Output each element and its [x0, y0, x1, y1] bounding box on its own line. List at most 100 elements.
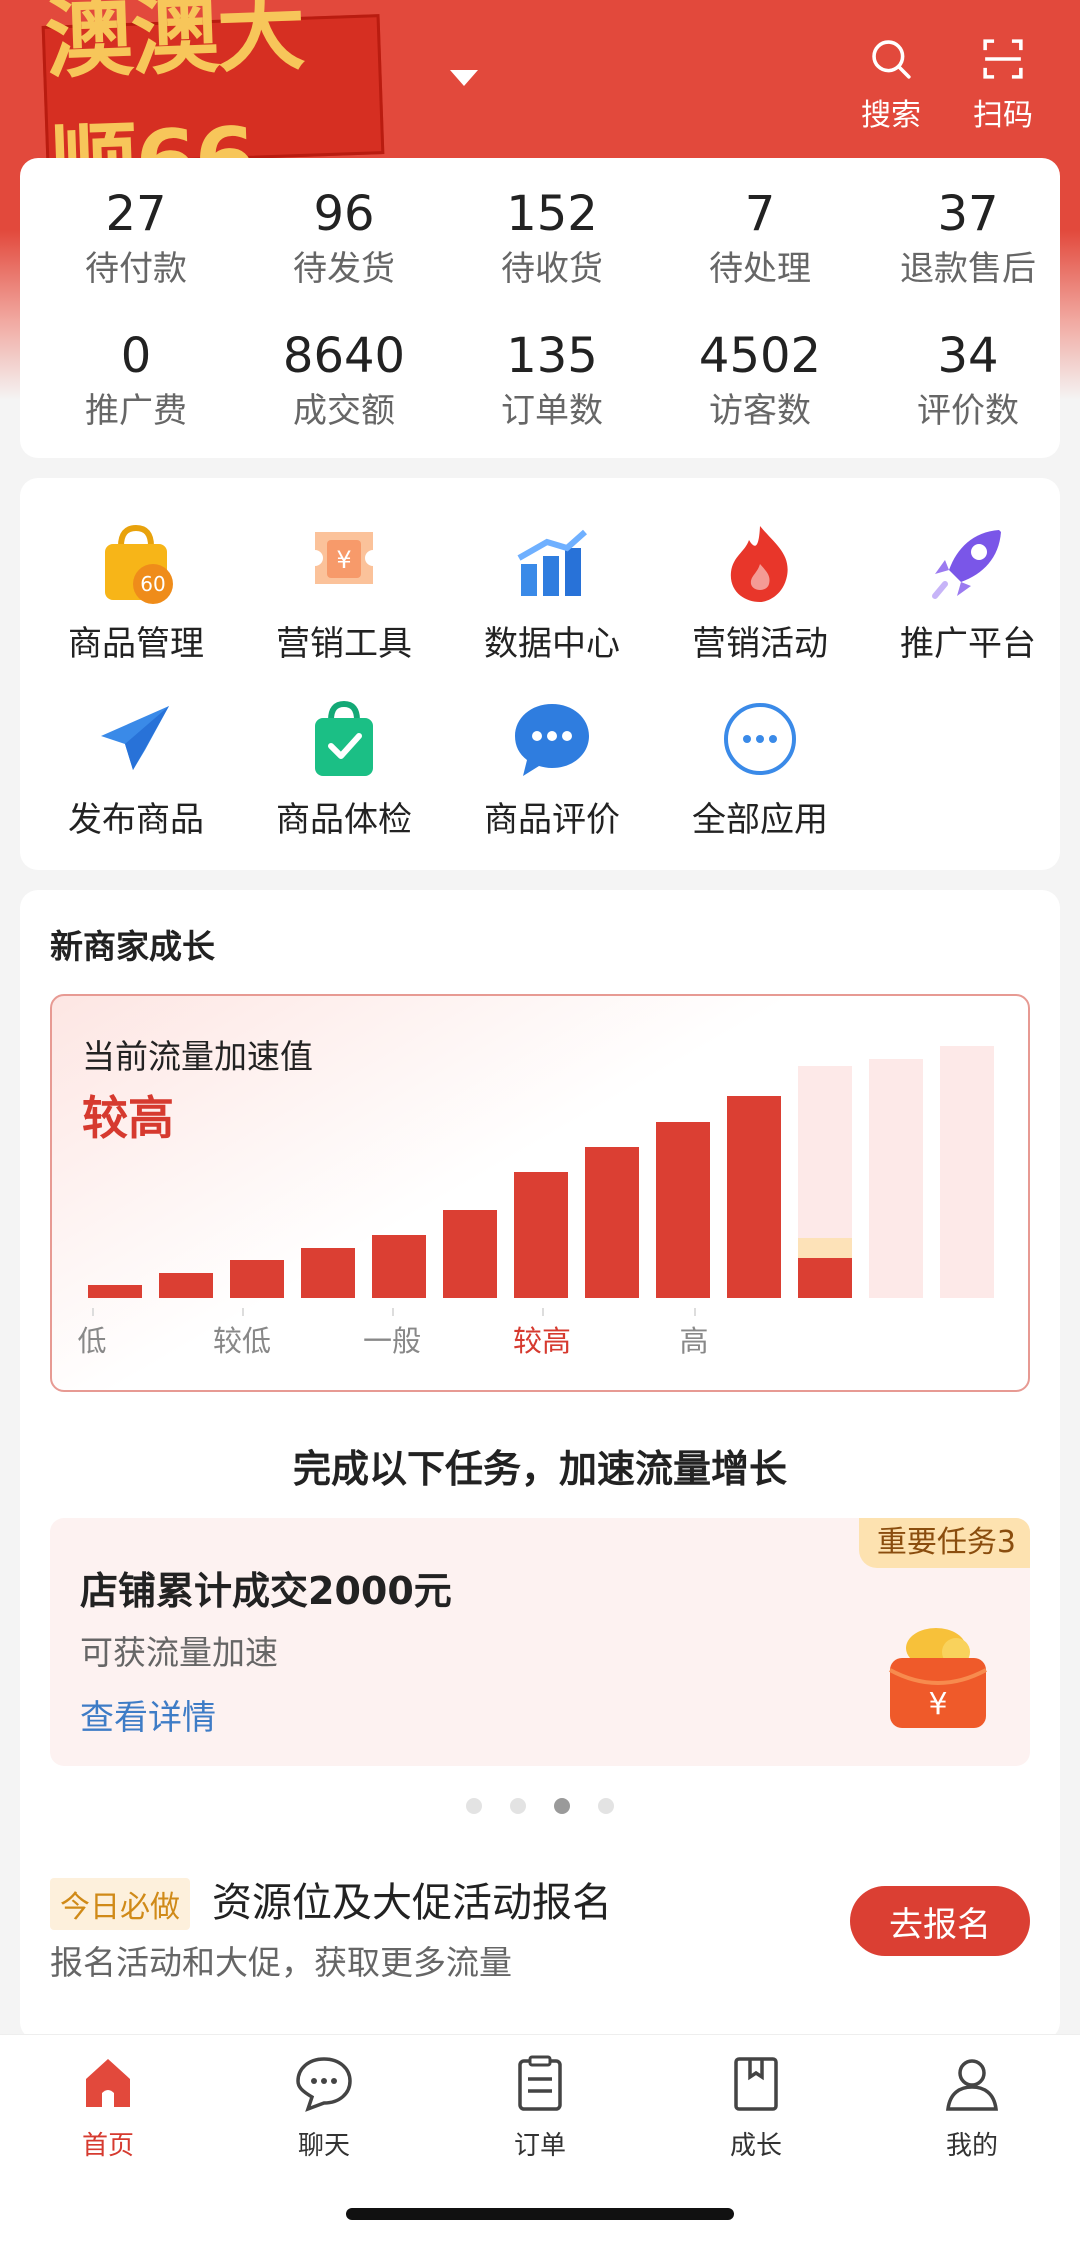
stat-value: 8640 — [282, 328, 406, 384]
search-button[interactable]: 搜索 — [846, 34, 936, 134]
paper-plane-icon — [101, 706, 169, 770]
chart-bar — [443, 1209, 497, 1298]
stat-pending-shipment[interactable]: 96 待发货 — [240, 186, 448, 292]
app-data-center[interactable]: 数据中心 — [448, 518, 656, 666]
x-tick-mark — [392, 1308, 394, 1316]
chart-bar — [727, 1096, 781, 1298]
tab-home[interactable]: 首页 — [0, 2051, 216, 2162]
task-subtitle: 可获流量加速 — [80, 1633, 278, 1672]
carousel-indicator[interactable] — [20, 1798, 1060, 1814]
rocket-icon — [932, 530, 1001, 599]
carousel-dot[interactable] — [598, 1798, 614, 1814]
home-indicator[interactable] — [346, 2208, 734, 2220]
stat-pending-handle[interactable]: 7 待处理 — [656, 186, 864, 292]
more-icon — [724, 703, 796, 775]
resource-subtitle: 报名活动和大促，获取更多流量 — [50, 1943, 512, 1982]
carousel-dot[interactable] — [554, 1798, 570, 1814]
chart-bar — [585, 1146, 639, 1298]
chart-bar-progress — [798, 1257, 852, 1298]
app-product-management[interactable]: 60 商品管理 — [32, 518, 240, 666]
app-label: 商品体检 — [276, 800, 412, 840]
app-product-reviews[interactable]: 商品评价 — [448, 694, 656, 842]
chart-bar-target — [869, 1058, 923, 1298]
scan-button[interactable]: 扫码 — [958, 34, 1048, 134]
task-card[interactable]: 重要任务3 店铺累计成交2000元 可获流量加速 查看详情 ¥ — [50, 1518, 1030, 1766]
stat-label: 访客数 — [709, 391, 811, 431]
checked-bag-icon — [315, 700, 373, 776]
app-marketing-campaigns[interactable]: 营销活动 — [656, 518, 864, 666]
stat-pending-receipt[interactable]: 152 待收货 — [448, 186, 656, 292]
x-tick-label: 低 — [77, 1324, 107, 1358]
stat-label: 待处理 — [709, 249, 811, 289]
growth-title: 新商家成长 — [50, 927, 215, 966]
chart-bar-progress-glow — [798, 1237, 852, 1260]
stat-label: 订单数 — [501, 391, 603, 431]
growth-card: 新商家成长 当前流量加速值 较高 低较低 一般 较高高 完成以下任务，加速流量增长 … — [20, 890, 1060, 2040]
chart-bar — [159, 1272, 213, 1298]
coupon-icon: ¥ — [315, 532, 373, 584]
stat-label: 待收货 — [501, 249, 603, 289]
chat-bubble-icon — [515, 704, 589, 776]
chart-bar — [372, 1235, 426, 1298]
app-label: 发布商品 — [68, 800, 204, 840]
chart-bar-target — [940, 1046, 994, 1298]
shop-logo[interactable]: 澳澳大顺66 — [41, 0, 385, 218]
stat-value: 4502 — [698, 328, 822, 384]
apps-card: 60 商品管理 ¥ 营销工具 数据中心 营销活动 推广平台 发布商品 商品体检 … — [20, 478, 1060, 870]
chart-bar — [514, 1172, 568, 1298]
stat-gmv[interactable]: 8640 成交额 — [240, 328, 448, 434]
tab-profile[interactable]: 我的 — [864, 2051, 1080, 2162]
tab-label: 首页 — [81, 2131, 134, 2161]
app-label: 数据中心 — [484, 624, 620, 664]
red-packet-icon: ¥ — [889, 1628, 987, 1728]
tab-chat[interactable]: 聊天 — [216, 2051, 432, 2162]
tab-label: 成长 — [729, 2131, 782, 2161]
coupon-symbol: ¥ — [336, 546, 351, 574]
x-tick-label: 一般 — [362, 1324, 421, 1358]
tab-label: 我的 — [945, 2131, 998, 2161]
bar-chart-icon — [517, 529, 587, 596]
app-label: 营销活动 — [692, 624, 828, 664]
stat-label: 推广费 — [85, 391, 187, 431]
stat-orders[interactable]: 135 订单数 — [448, 328, 656, 434]
stat-label: 成交额 — [293, 391, 395, 431]
stat-value: 27 — [105, 186, 167, 242]
app-marketing-tools[interactable]: ¥ 营销工具 — [240, 518, 448, 666]
task-detail-link[interactable]: 查看详情 — [80, 1690, 216, 1739]
task-heading: 完成以下任务，加速流量增长 — [292, 1447, 787, 1491]
stat-label: 退款售后 — [900, 249, 1036, 289]
stat-refund[interactable]: 37 退款售后 — [864, 186, 1072, 292]
stat-value: 135 — [506, 328, 598, 384]
stat-reviews[interactable]: 34 评价数 — [864, 328, 1072, 434]
today-must-do-badge: 今日必做 — [50, 1878, 190, 1930]
stat-pending-payment[interactable]: 27 待付款 — [32, 186, 240, 292]
carousel-dot[interactable] — [510, 1798, 526, 1814]
tab-label: 聊天 — [297, 2131, 350, 2161]
stat-value: 7 — [744, 186, 776, 242]
sign-up-button[interactable]: 去报名 — [850, 1886, 1030, 1956]
order-icon — [518, 2055, 562, 2111]
chevron-down-icon[interactable] — [450, 70, 478, 86]
bag-badge-text: 60 — [140, 572, 165, 596]
x-tick-mark — [92, 1308, 94, 1316]
app-label: 营销工具 — [276, 624, 412, 664]
x-tick-label: 较高 — [512, 1324, 571, 1358]
app-product-checkup[interactable]: 商品体检 — [240, 694, 448, 842]
search-icon — [872, 40, 911, 79]
chart-caption: 当前流量加速值 — [82, 1037, 313, 1076]
x-tick-mark — [694, 1308, 696, 1316]
scan-label: 扫码 — [973, 98, 1033, 133]
stat-visitors[interactable]: 4502 访客数 — [656, 328, 864, 434]
app-promotion-platform[interactable]: 推广平台 — [864, 518, 1072, 666]
chart-bar — [230, 1260, 284, 1298]
stat-promo-fee[interactable]: 0 推广费 — [32, 328, 240, 434]
home-icon — [86, 2059, 130, 2107]
carousel-dot[interactable] — [466, 1798, 482, 1814]
chart-bar — [88, 1285, 142, 1298]
tab-growth[interactable]: 成长 — [648, 2051, 864, 2162]
app-all-apps[interactable]: 全部应用 — [656, 694, 864, 842]
stat-value: 152 — [506, 186, 598, 242]
x-tick-mark — [542, 1308, 544, 1316]
tab-orders[interactable]: 订单 — [432, 2051, 648, 2162]
app-publish-product[interactable]: 发布商品 — [32, 694, 240, 842]
